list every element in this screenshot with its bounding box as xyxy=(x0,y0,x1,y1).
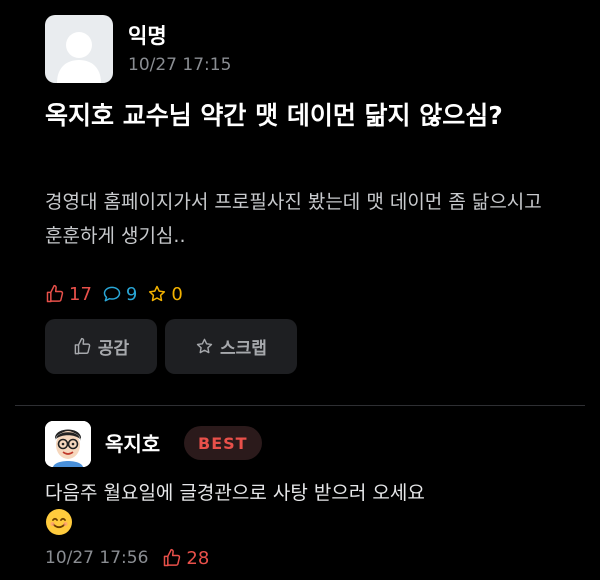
like-button-label: 공감 xyxy=(97,339,130,359)
comment-time: 10/27 17:56 xyxy=(45,548,149,568)
author-avatar xyxy=(45,15,113,83)
scrap-button[interactable]: 스크랩 xyxy=(165,319,297,374)
post-time: 10/27 17:15 xyxy=(128,55,232,75)
thumbs-up-icon xyxy=(74,337,91,355)
like-count-value: 17 xyxy=(69,283,92,305)
comment-author: 옥지호 xyxy=(105,432,161,456)
comment-text: 다음주 월요일에 글경관으로 사탕 받으러 오세요 xyxy=(45,482,425,504)
default-avatar-icon xyxy=(57,32,101,83)
star-icon xyxy=(149,285,166,302)
like-count: 17 xyxy=(45,284,92,305)
post-author: 익명 xyxy=(128,24,167,48)
commenter-avatar xyxy=(45,421,91,467)
comment-count: 9 xyxy=(102,284,137,305)
post-body: 경영대 홈페이지가서 프로필사진 봤는데 맷 데이먼 좀 닮으시고 훈훈하게 생… xyxy=(45,191,542,247)
comment-footer: 10/27 17:56 28 xyxy=(45,543,209,573)
scrap-count: 0 xyxy=(147,283,183,305)
post-stats: 17 9 0 xyxy=(45,281,193,307)
scrap-button-label: 스크랩 xyxy=(220,339,267,359)
like-button[interactable]: 공감 xyxy=(45,319,157,374)
smiling-emoji-icon xyxy=(45,508,73,540)
comment-like-count[interactable]: 28 xyxy=(162,548,209,569)
comment-bubble-icon xyxy=(103,286,121,302)
comment-like-value: 28 xyxy=(186,547,210,569)
star-icon xyxy=(196,338,213,354)
comment-count-value: 9 xyxy=(125,283,138,305)
post-title: 옥지호 교수님 약간 맷 데이먼 닮지 않으심? xyxy=(45,101,503,130)
scrap-count-value: 0 xyxy=(171,283,183,305)
cartoon-face-avatar xyxy=(45,421,91,467)
divider xyxy=(15,405,585,406)
best-badge: BEST xyxy=(184,426,262,460)
thumbs-up-icon xyxy=(46,284,64,303)
thumbs-up-icon xyxy=(164,548,181,567)
